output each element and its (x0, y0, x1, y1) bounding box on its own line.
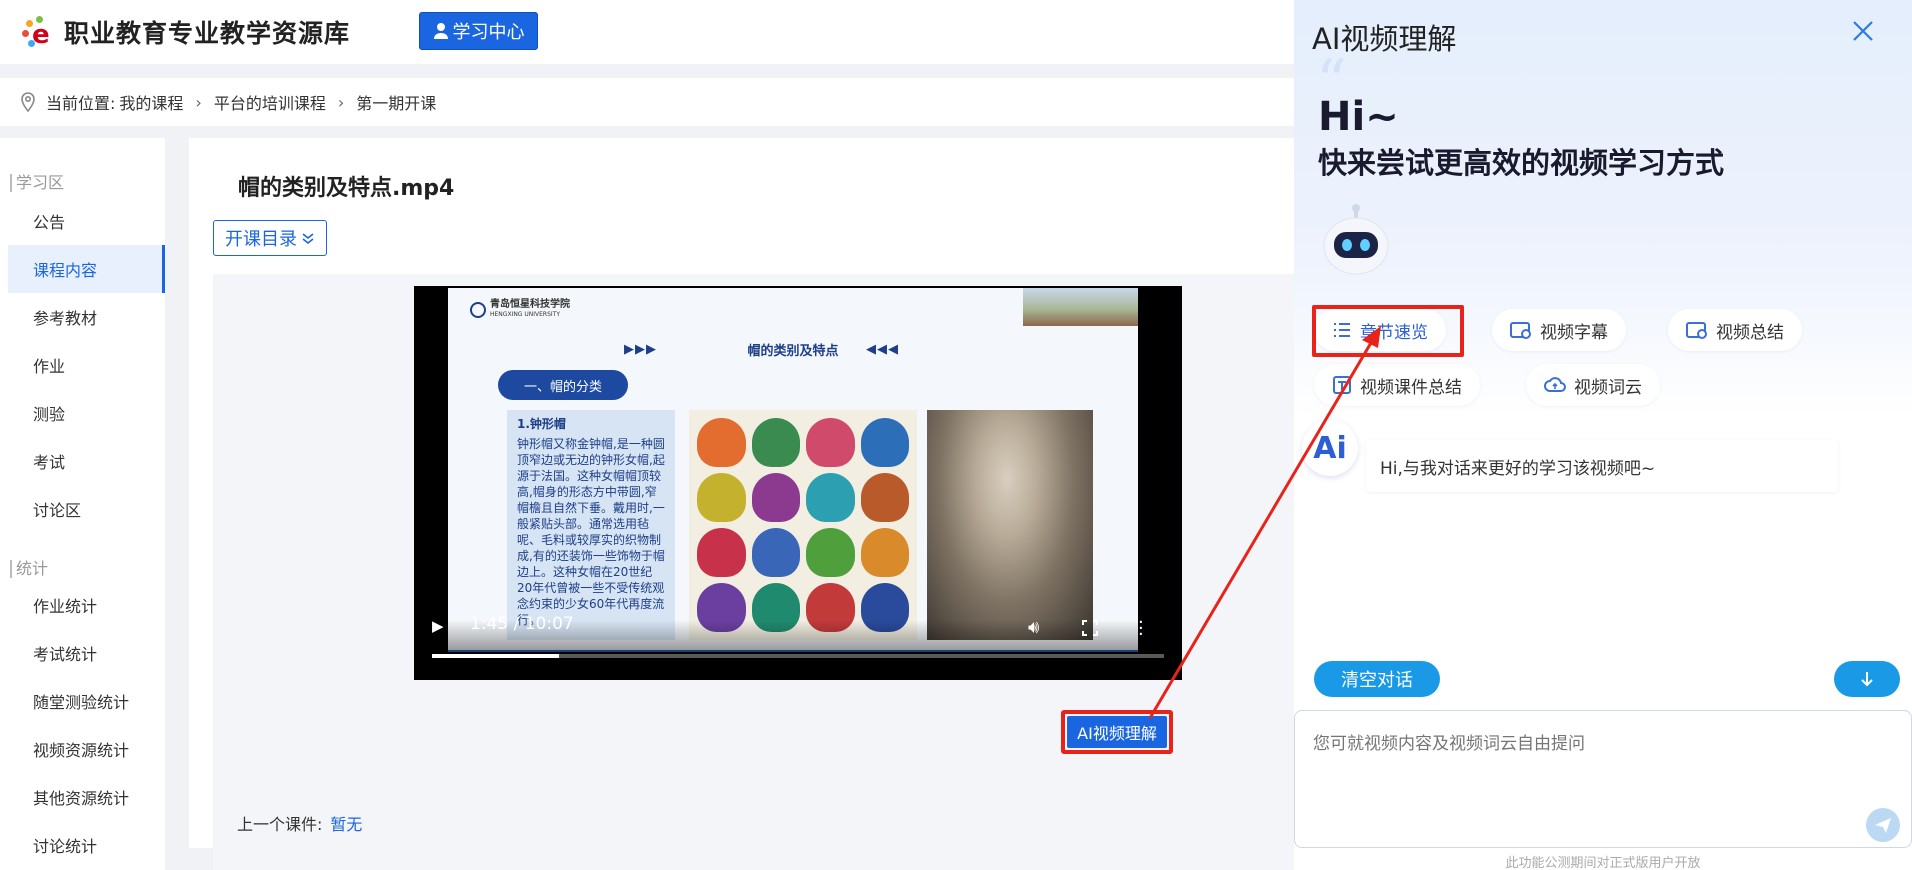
close-icon[interactable] (1850, 18, 1876, 44)
ai-video-understanding-button[interactable]: AI视频理解 (1067, 716, 1167, 748)
sidebar-item-video-stats[interactable]: 视频资源统计 (8, 725, 165, 773)
cloche-hats-illustration (689, 410, 917, 640)
assistant-message: Hi,与我对话来更好的学习该视频吧~ (1366, 440, 1838, 492)
more-options-icon[interactable]: · · · (1138, 614, 1144, 644)
user-icon (433, 23, 448, 39)
player-area: 青岛恒星科技学院 HENGXING UNIVERSITY ▶▶▶ 帽的类别及特点… (213, 274, 1294, 870)
breadcrumb: 当前位置: 我的课程 › 平台的培训课程 › 第一期开课 (0, 78, 1294, 126)
video-frame: 青岛恒星科技学院 HENGXING UNIVERSITY ▶▶▶ 帽的类别及特点… (448, 288, 1138, 652)
chip-word-cloud[interactable]: 视频词云 (1526, 364, 1660, 406)
send-button[interactable] (1866, 808, 1900, 842)
sidebar-item-course-content[interactable]: 课程内容 (8, 245, 165, 293)
previous-courseware: 上一个课件: 暂无 (213, 798, 1294, 848)
play-icon[interactable]: ▶ (432, 617, 444, 635)
top-bar: e 职业教育专业教学资源库 学习中心 (0, 0, 1294, 64)
site-logo[interactable]: e 职业教育专业教学资源库 (22, 14, 350, 50)
footer-note: 此功能公测期间对正式版用户开放 (1505, 856, 1701, 870)
subtitle-icon (1510, 322, 1531, 339)
double-chevron-down-icon (302, 233, 314, 245)
question-input-box (1294, 710, 1912, 848)
document-icon (1333, 376, 1351, 394)
video-player[interactable]: 青岛恒星科技学院 HENGXING UNIVERSITY ▶▶▶ 帽的类别及特点… (414, 286, 1182, 680)
chip-label: 视频课件总结 (1360, 377, 1462, 398)
sidebar-item-other-resource-stats[interactable]: 其他资源统计 (8, 773, 165, 821)
location-pin-icon (21, 92, 35, 112)
learning-center-label: 学习中心 (452, 22, 525, 43)
sidebar-item-exam[interactable]: 考试 (8, 437, 165, 485)
chip-video-summary[interactable]: 视频总结 (1668, 309, 1802, 351)
sidebar: 学习区 公告 课程内容 参考教材 作业 测验 考试 讨论区 统计 作业统计 考试… (0, 138, 165, 870)
robot-mascot-icon (1323, 204, 1389, 275)
breadcrumb-prefix: 当前位置: (46, 94, 116, 113)
chip-label: 视频字幕 (1540, 322, 1608, 343)
sidebar-item-quiz[interactable]: 测验 (8, 389, 165, 437)
greeting: Hi~ (1318, 94, 1399, 140)
sidebar-section-title: 统计 (10, 560, 48, 578)
video-controls: ▶ 1:45 / 10:07 🔊︎ · · · (414, 614, 1182, 680)
sidebar-item-announcement[interactable]: 公告 (8, 197, 165, 245)
course-catalog-label: 开课目录 (225, 229, 297, 250)
volume-icon[interactable]: 🔊︎ (1028, 617, 1039, 638)
fullscreen-icon[interactable] (1082, 620, 1098, 636)
slide-section-pill: 一、帽的分类 (498, 370, 628, 400)
vintage-portrait-photo (927, 410, 1093, 640)
duration: 10:07 (524, 614, 574, 634)
previous-courseware-link[interactable]: 暂无 (330, 811, 362, 835)
video-title: 帽的类别及特点.mp4 (238, 176, 455, 201)
previous-courseware-label: 上一个课件: (237, 815, 323, 834)
course-catalog-button[interactable]: 开课目录 (213, 220, 327, 256)
video-time: 1:45 / 10:07 (470, 614, 574, 634)
ai-avatar-icon: Ai (1302, 420, 1358, 476)
question-input[interactable] (1295, 711, 1911, 847)
cloud-icon (1544, 377, 1566, 392)
site-title: 职业教育专业教学资源库 (64, 19, 351, 48)
sidebar-item-reference-books[interactable]: 参考教材 (8, 293, 165, 341)
slide-text-heading: 1.钟形帽 (517, 417, 566, 431)
video-progress-bar[interactable] (432, 654, 1164, 658)
slogan: 快来尝试更高效的视频学习方式 (1318, 146, 1725, 180)
arrow-down-icon (1861, 672, 1873, 687)
sidebar-item-exam-stats[interactable]: 考试统计 (8, 629, 165, 677)
video-progress-fill (432, 654, 559, 658)
school-seal-icon (470, 302, 486, 318)
breadcrumb-item[interactable]: 我的课程 (119, 90, 183, 114)
logo-icon: e (22, 14, 58, 50)
chip-label: 视频总结 (1716, 322, 1784, 343)
main-content: 帽的类别及特点.mp4 开课目录 青岛恒星科技学院 HENGXING UNIVE… (189, 138, 1294, 870)
clear-conversation-button[interactable]: 清空对话 (1314, 661, 1440, 697)
chevron-right-icon: › (337, 92, 345, 112)
sidebar-item-homework[interactable]: 作业 (8, 341, 165, 389)
chip-label: 章节速览 (1360, 322, 1428, 343)
sidebar-item-homework-stats[interactable]: 作业统计 (8, 581, 165, 629)
slide-text-body: 钟形帽又称金钟帽,是一种圆顶窄边或无边的钟形女帽,起源于法国。这种女帽帽顶较高,… (517, 437, 665, 627)
ai-video-understanding-button-highlight: AI视频理解 (1061, 710, 1173, 754)
slide-text-box: 1.钟形帽 钟形帽又称金钟帽,是一种圆顶窄边或无边的钟形女帽,起源于法国。这种女… (507, 410, 675, 640)
triangle-left-icon: ◀◀◀ (866, 342, 899, 357)
slide-school-logo: 青岛恒星科技学院 HENGXING UNIVERSITY (470, 300, 570, 320)
chip-courseware-summary[interactable]: 视频课件总结 (1314, 364, 1480, 406)
current-time: 1:45 (470, 614, 509, 634)
sidebar-section-title: 学习区 (10, 174, 64, 192)
summary-icon (1686, 322, 1707, 339)
ai-panel: AI视频理解 “ Hi~ 快来尝试更高效的视频学习方式 章节速览 视频字幕 视频… (1294, 0, 1912, 870)
sidebar-item-discussion-stats[interactable]: 讨论统计 (8, 821, 165, 869)
sidebar-item-quiz-stats[interactable]: 随堂测验统计 (8, 677, 165, 725)
breadcrumb-item[interactable]: 第一期开课 (356, 90, 436, 114)
breadcrumb-item[interactable]: 平台的培训课程 (214, 90, 326, 114)
slide-school-en: HENGXING UNIVERSITY (490, 311, 560, 318)
send-icon (1875, 818, 1891, 833)
chip-video-subtitles[interactable]: 视频字幕 (1492, 309, 1626, 351)
chevron-right-icon: › (195, 92, 202, 112)
slide-heading: 帽的类别及特点 (747, 344, 839, 359)
list-icon (1334, 323, 1350, 337)
sidebar-item-discussion[interactable]: 讨论区 (8, 485, 165, 533)
scroll-down-button[interactable] (1834, 661, 1900, 697)
chip-chapter-overview[interactable]: 章节速览 (1314, 309, 1446, 351)
learning-center-button[interactable]: 学习中心 (419, 12, 538, 50)
campus-photo (1023, 288, 1138, 326)
slide-school-name: 青岛恒星科技学院 (490, 299, 570, 310)
chip-label: 视频词云 (1574, 377, 1642, 398)
